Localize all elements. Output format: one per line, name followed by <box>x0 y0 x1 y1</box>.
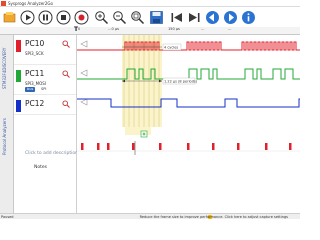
waveform-canvas[interactable]: 4 cycles 1.22 µs (8 periods) <box>77 35 300 213</box>
overview-mark <box>265 143 268 150</box>
channel-color-swatch[interactable] <box>16 70 21 82</box>
notes-label: Notes <box>34 165 47 170</box>
search-icon[interactable] <box>62 70 70 78</box>
save-icon[interactable] <box>149 10 164 25</box>
connect-icon[interactable] <box>2 10 17 25</box>
tab-protocol-analyzers[interactable]: Protocol Analyzers <box>2 95 12 155</box>
channel-row[interactable]: PC11 SPI3_MOSI bus SPI <box>14 65 76 95</box>
status-text: Paused <box>1 215 14 219</box>
run-button[interactable] <box>20 10 35 25</box>
measure-label-top: 4 cycles <box>164 46 178 50</box>
pause-button[interactable] <box>38 10 53 25</box>
channel-subtitle: SPI3_SCK <box>25 51 44 56</box>
ruler-tick: … <box>228 27 232 31</box>
tab-board[interactable]: STM32F4DISCOVERY <box>2 37 12 89</box>
forward-arrow-icon[interactable] <box>223 10 238 25</box>
waveform-pc12 <box>77 98 300 108</box>
measure-label-mid: 1.22 µs (8 periods) <box>164 80 198 84</box>
overview-mark <box>159 143 162 150</box>
add-description-link[interactable]: Click to add description... <box>25 151 82 156</box>
capture-settings-hint[interactable]: Reduce the frame size to improve perform… <box>140 214 288 220</box>
go-end-icon[interactable] <box>187 10 202 25</box>
bus-badge[interactable]: bus <box>25 87 36 92</box>
toolbar <box>0 7 300 27</box>
back-arrow-icon[interactable] <box>205 10 220 25</box>
channel-color-swatch[interactable] <box>16 40 21 52</box>
stop-button[interactable] <box>56 10 71 25</box>
app-icon <box>1 1 6 6</box>
channel-color-swatch[interactable] <box>16 100 21 112</box>
channel-collapse-icon[interactable] <box>80 98 88 106</box>
status-bar: Paused Reduce the frame size to improve … <box>0 213 300 219</box>
waveform-pc11 <box>77 68 300 80</box>
channel-name: PC11 <box>25 69 45 78</box>
search-icon[interactable] <box>62 100 70 108</box>
overview-mark <box>237 143 240 150</box>
search-icon[interactable] <box>62 40 70 48</box>
time-ruler[interactable]: T 0 …0 µs 150 µs … … <box>0 26 300 35</box>
ruler-tick: 0 <box>78 27 81 31</box>
waveform-area[interactable]: 4 cycles 1.22 µs (8 periods) <box>77 35 300 213</box>
waveform-pc10 <box>77 41 300 51</box>
channel-collapse-icon[interactable] <box>80 40 88 48</box>
overview-mark <box>81 143 84 150</box>
info-icon[interactable] <box>241 10 256 25</box>
go-start-icon[interactable] <box>169 10 184 25</box>
window-title: Sysprogs Analyzer2Go <box>8 1 53 6</box>
overview-mark <box>107 143 110 150</box>
ruler-tick: 150 µs <box>168 27 180 31</box>
zoom-fit-icon[interactable] <box>130 10 145 25</box>
ruler-tick: … <box>201 27 205 31</box>
analyzer-window: Sysprogs Analyzer2Go T 0 …0 µs 150 µs … … <box>0 0 300 219</box>
overview-mark <box>289 143 292 150</box>
overview-mark <box>97 143 100 150</box>
title-bar: Sysprogs Analyzer2Go <box>0 0 300 7</box>
channel-subtitle: SPI3_MOSI <box>25 81 46 86</box>
overview-strip[interactable] <box>81 141 292 155</box>
channel-collapse-icon[interactable] <box>80 69 88 77</box>
channel-row[interactable]: PC12 <box>14 95 76 115</box>
channel-name: PC12 <box>25 99 45 108</box>
protocol-tag: SPI <box>41 87 47 91</box>
ruler-tick: …0 µs <box>108 27 119 31</box>
overview-mark <box>187 143 190 150</box>
channel-label-pane: PC10 SPI3_SCK PC11 SPI3_MOSI bus SPI PC1… <box>14 35 82 213</box>
overview-mark <box>212 143 215 150</box>
record-button[interactable] <box>74 10 89 25</box>
channel-row[interactable]: PC10 SPI3_SCK <box>14 35 76 65</box>
overview-mark <box>132 143 135 150</box>
zoom-out-icon[interactable] <box>112 10 127 25</box>
channel-name: PC10 <box>25 39 45 48</box>
side-tab-strip: STM32F4DISCOVERY Protocol Analyzers <box>0 35 14 213</box>
zoom-in-icon[interactable] <box>94 10 109 25</box>
